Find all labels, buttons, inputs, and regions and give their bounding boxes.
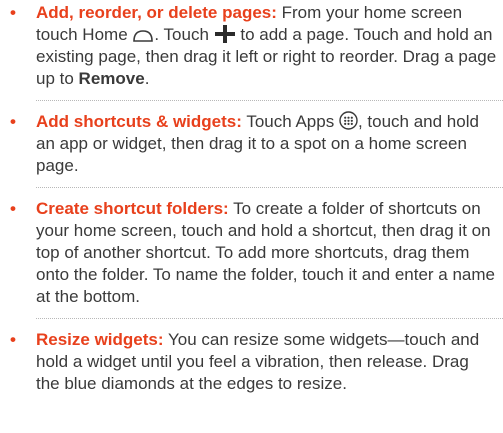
bullet: • — [10, 199, 16, 218]
tip-text: . Touch — [154, 25, 214, 44]
separator — [36, 187, 503, 188]
apps-icon — [339, 111, 358, 130]
remove-label: Remove — [78, 69, 145, 88]
bullet: • — [10, 112, 16, 131]
bullet: • — [10, 3, 16, 22]
home-icon — [133, 30, 154, 42]
tip-title: Add, reorder, or delete pages: — [36, 3, 277, 22]
tip-text: . — [144, 69, 150, 88]
tip-title: Resize widgets: — [36, 330, 164, 349]
tip-add-reorder-delete-pages: • Add, reorder, or delete pages: From yo… — [0, 0, 503, 90]
separator — [36, 100, 503, 101]
tip-title: Create shortcut folders: — [36, 199, 229, 218]
bullet: • — [10, 330, 16, 349]
tip-add-shortcuts-widgets: • Add shortcuts & widgets: Touch Apps , … — [0, 111, 503, 177]
tip-create-shortcut-folders: • Create shortcut folders: To create a f… — [0, 198, 503, 308]
separator — [36, 318, 503, 319]
tips-list: • Add, reorder, or delete pages: From yo… — [0, 0, 503, 395]
tip-resize-widgets: • Resize widgets: You can resize some wi… — [0, 329, 503, 395]
tip-title: Add shortcuts & widgets: — [36, 112, 242, 131]
tip-text: Touch Apps — [241, 112, 339, 131]
plus-icon — [214, 25, 235, 43]
